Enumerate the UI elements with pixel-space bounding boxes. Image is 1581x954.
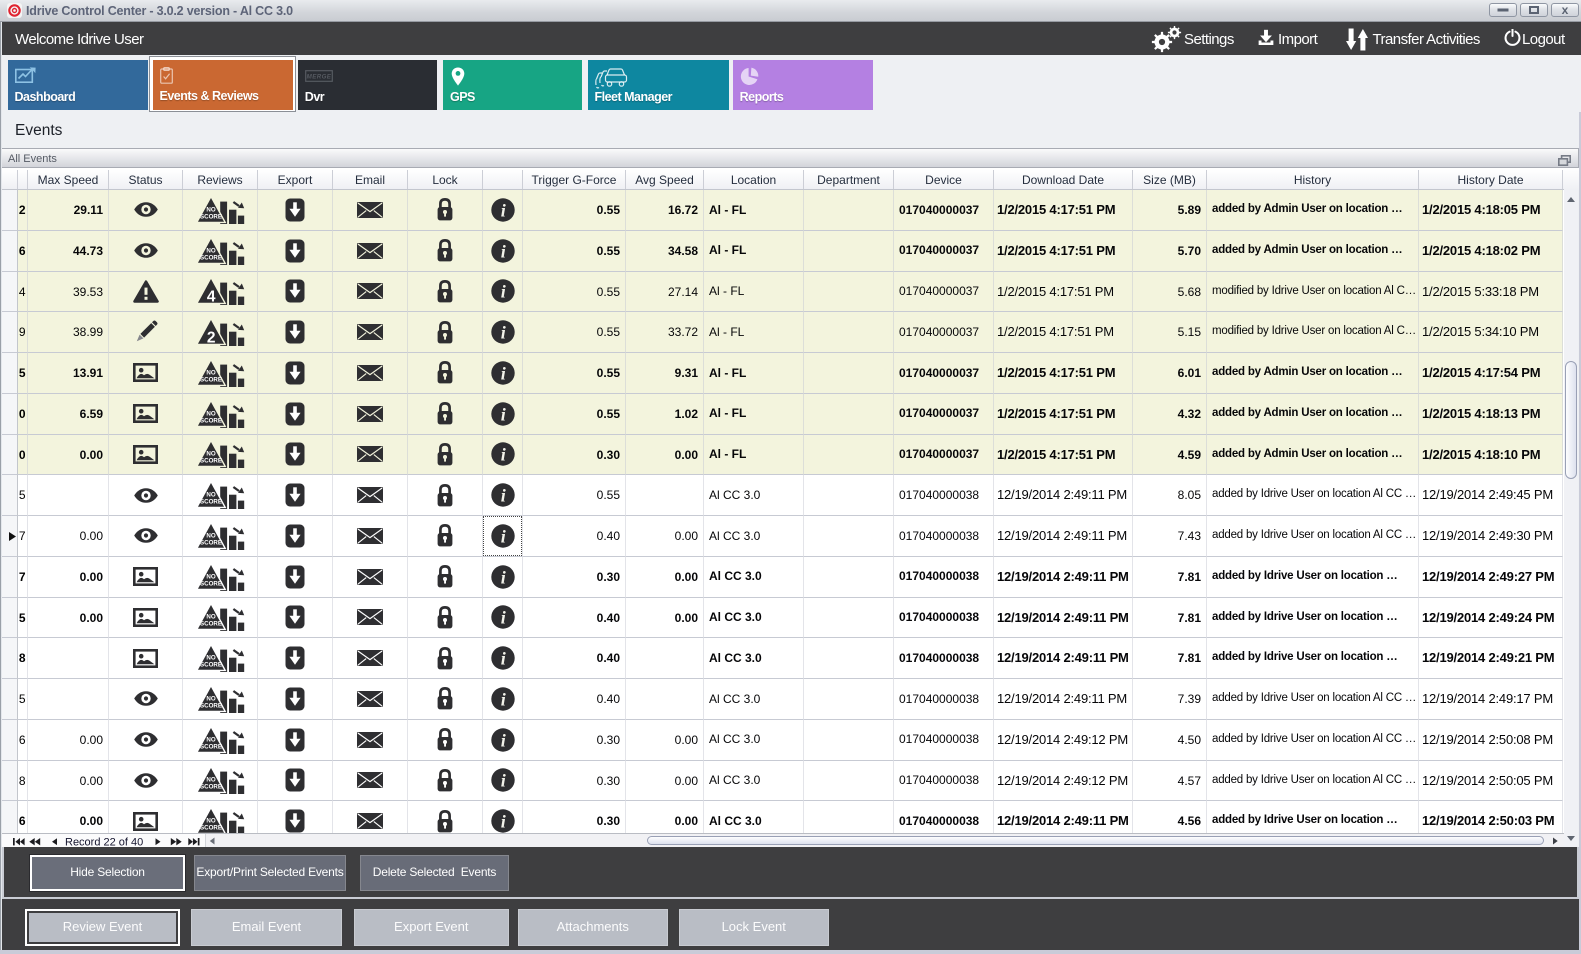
svg-text:Record 22 of 40: Record 22 of 40 <box>65 836 143 848</box>
svg-text:NO: NO <box>206 614 215 621</box>
svg-text:NO: NO <box>206 654 215 661</box>
svg-text:i: i <box>500 282 505 302</box>
svg-text:i: i <box>500 323 505 343</box>
svg-text:SCORE: SCORE <box>199 499 221 506</box>
svg-text:i: i <box>500 241 505 261</box>
svg-text:i: i <box>500 730 505 750</box>
svg-text:SCORE: SCORE <box>199 580 221 587</box>
svg-text:i: i <box>500 363 505 383</box>
svg-text:SCORE: SCORE <box>199 254 221 261</box>
svg-text:i: i <box>500 567 505 587</box>
svg-text:SCORE: SCORE <box>199 662 221 669</box>
svg-text:i: i <box>500 404 505 424</box>
svg-text:i: i <box>500 649 505 669</box>
svg-text:4: 4 <box>206 289 215 306</box>
svg-text:SCORE: SCORE <box>199 702 221 709</box>
svg-text:2: 2 <box>206 330 215 347</box>
svg-text:i: i <box>500 445 505 465</box>
svg-text:NO: NO <box>206 817 215 824</box>
svg-text:NO: NO <box>206 491 215 498</box>
svg-text:NO: NO <box>206 247 215 254</box>
svg-text:NO: NO <box>206 695 215 702</box>
svg-text:SCORE: SCORE <box>199 743 221 750</box>
svg-text:i: i <box>500 812 505 832</box>
svg-text:NO: NO <box>206 369 215 376</box>
svg-text:i: i <box>500 608 505 628</box>
svg-text:SCORE: SCORE <box>199 825 221 832</box>
svg-text:NO: NO <box>206 532 215 539</box>
svg-text:i: i <box>500 689 505 709</box>
svg-text:NO: NO <box>206 573 215 580</box>
svg-text:SCORE: SCORE <box>199 784 221 791</box>
svg-text:SCORE: SCORE <box>199 376 221 383</box>
svg-text:NO: NO <box>206 451 215 458</box>
svg-text:SCORE: SCORE <box>199 621 221 628</box>
svg-text:SCORE: SCORE <box>199 539 221 546</box>
svg-text:i: i <box>500 526 505 546</box>
svg-text:SCORE: SCORE <box>199 458 221 465</box>
svg-text:i: i <box>500 200 505 220</box>
svg-text:NO: NO <box>206 777 215 784</box>
svg-text:NO: NO <box>206 736 215 743</box>
svg-text:i: i <box>500 771 505 791</box>
svg-text:NO: NO <box>206 410 215 417</box>
svg-text:i: i <box>500 486 505 506</box>
svg-text:SCORE: SCORE <box>199 213 221 220</box>
svg-text:SCORE: SCORE <box>199 417 221 424</box>
svg-text:MERGE: MERGE <box>307 73 332 80</box>
svg-text:NO: NO <box>206 206 215 213</box>
